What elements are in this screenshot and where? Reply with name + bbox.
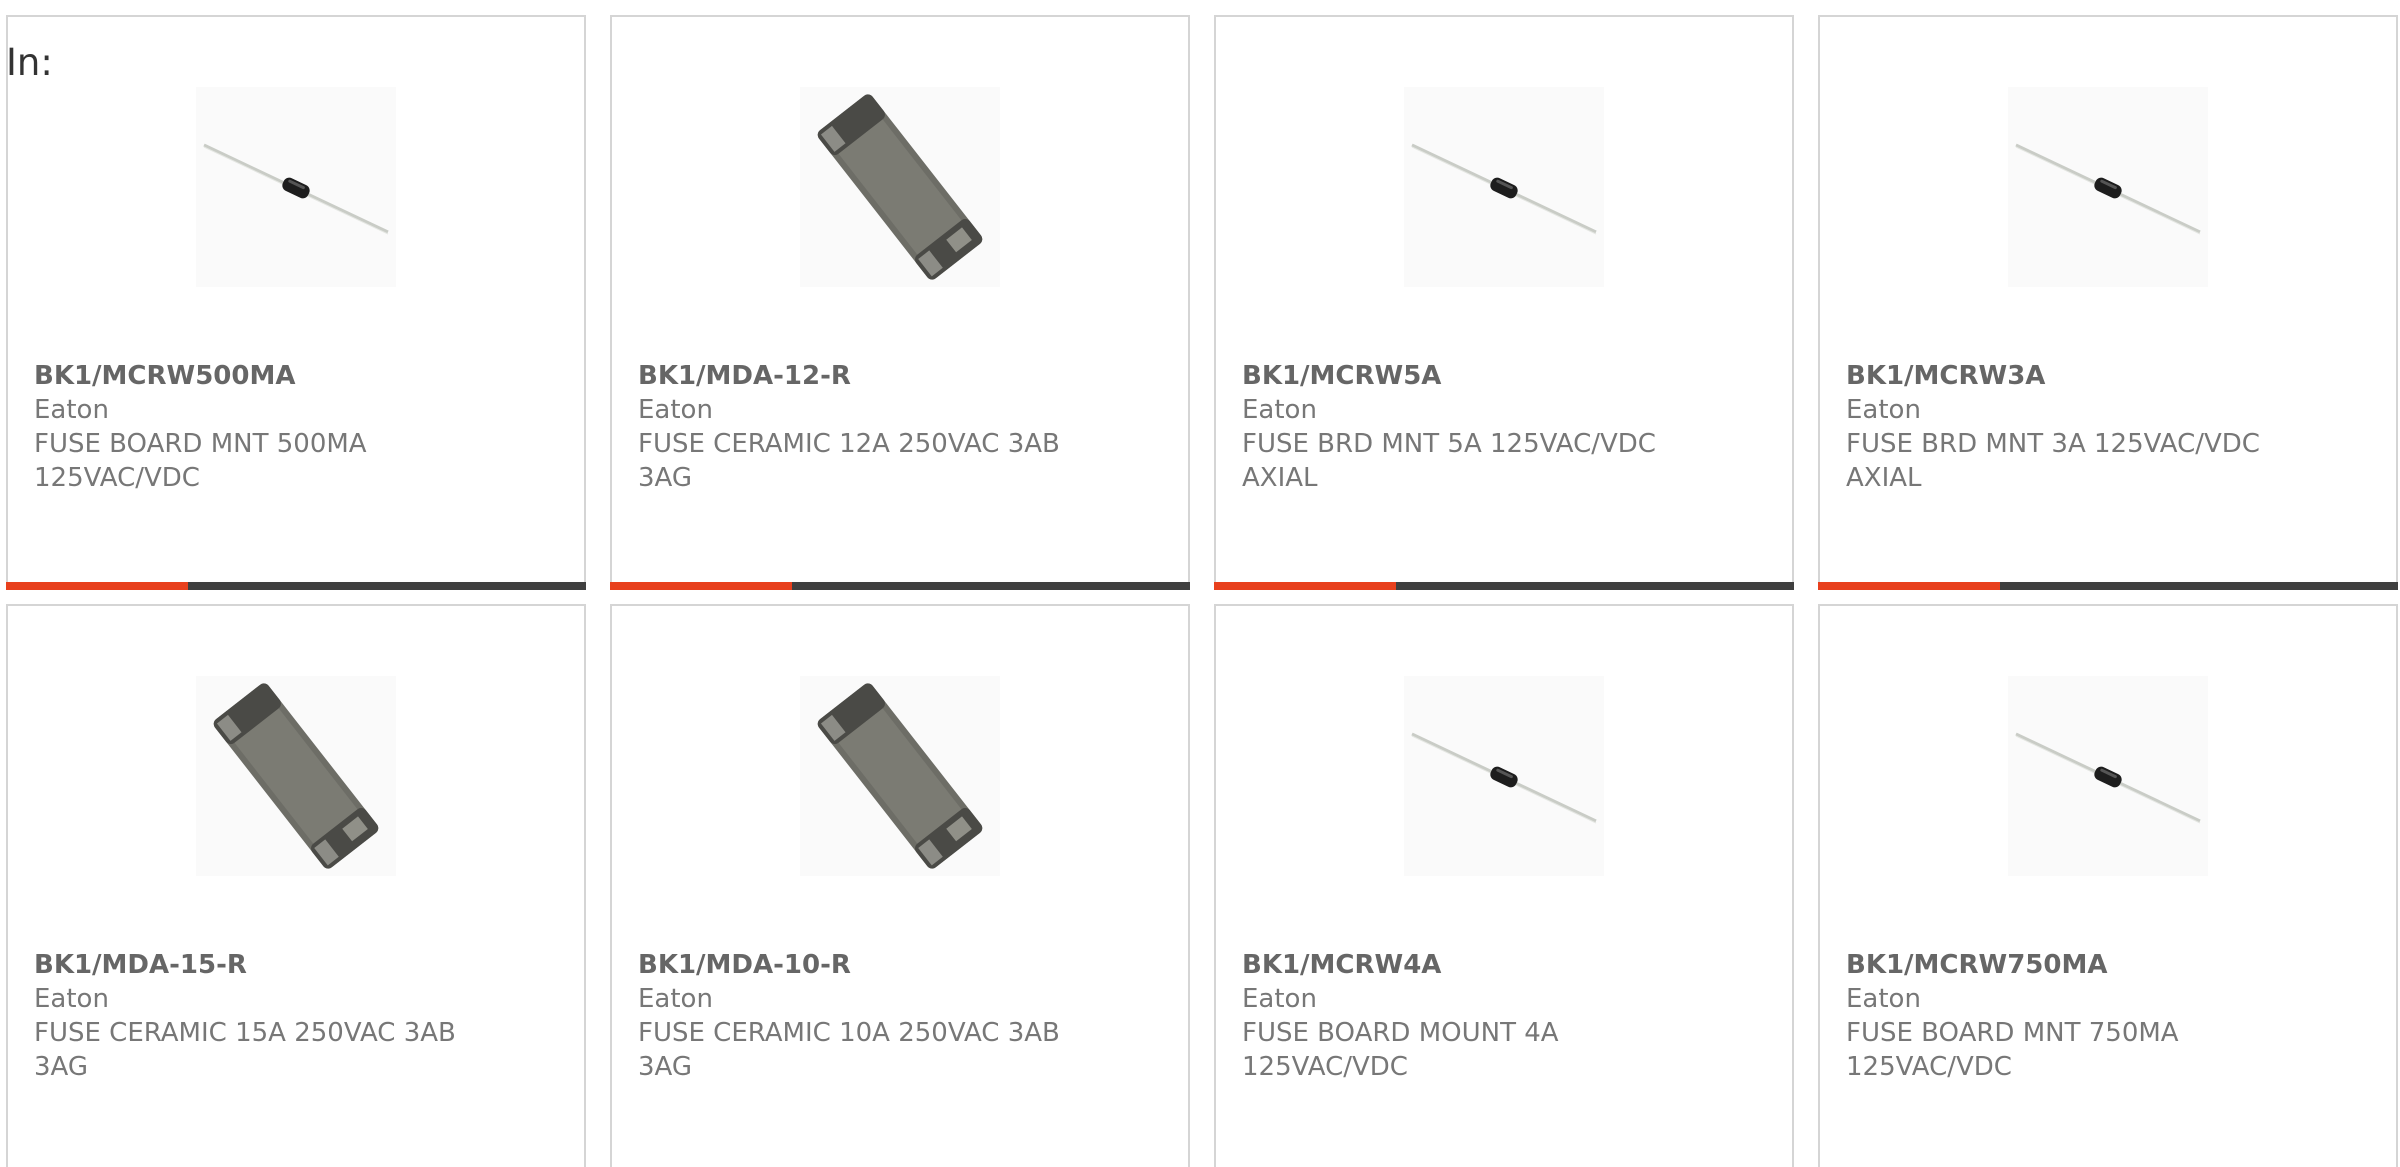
manufacturer: Eaton bbox=[1846, 395, 1921, 425]
product-description: FUSE CERAMIC 10A 250VAC 3AB 3AG bbox=[638, 1018, 1060, 1082]
manufacturer: Eaton bbox=[1846, 984, 1921, 1014]
product-card[interactable]: BK1/MCRW500MA Eaton FUSE BOARD MNT 500MA… bbox=[6, 15, 586, 590]
product-description: FUSE BRD MNT 5A 125VAC/VDC AXIAL bbox=[1242, 429, 1656, 493]
manufacturer: Eaton bbox=[1242, 984, 1317, 1014]
product-description: FUSE BOARD MNT 500MA 125VAC/VDC bbox=[34, 429, 367, 493]
manufacturer: Eaton bbox=[638, 395, 713, 425]
product-description: FUSE BOARD MNT 750MA 125VAC/VDC bbox=[1846, 1018, 2179, 1082]
axial-fuse-icon bbox=[2008, 676, 2208, 876]
cartridge-fuse-icon bbox=[800, 676, 1000, 876]
filter-label: In: bbox=[6, 41, 53, 84]
product-card[interactable]: BK1/MDA-10-R Eaton FUSE CERAMIC 10A 250V… bbox=[610, 604, 1190, 1167]
manufacturer: Eaton bbox=[34, 395, 109, 425]
product-card[interactable]: BK1/MCRW3A Eaton FUSE BRD MNT 3A 125VAC/… bbox=[1818, 15, 2398, 590]
axial-fuse-icon bbox=[2008, 87, 2208, 287]
manufacturer: Eaton bbox=[34, 984, 109, 1014]
part-number: BK1/MDA-10-R bbox=[638, 950, 851, 980]
card-accent-bar bbox=[1214, 582, 1794, 590]
part-number: BK1/MCRW750MA bbox=[1846, 950, 2108, 980]
part-number: BK1/MDA-12-R bbox=[638, 361, 851, 391]
card-accent-bar bbox=[610, 582, 1190, 590]
card-accent-bar bbox=[1818, 582, 2398, 590]
cartridge-fuse-icon bbox=[196, 676, 396, 876]
part-number: BK1/MCRW3A bbox=[1846, 361, 2046, 391]
product-description: FUSE BRD MNT 3A 125VAC/VDC AXIAL bbox=[1846, 429, 2260, 493]
product-card[interactable]: BK1/MDA-15-R Eaton FUSE CERAMIC 15A 250V… bbox=[6, 604, 586, 1167]
manufacturer: Eaton bbox=[1242, 395, 1317, 425]
axial-fuse-icon bbox=[1404, 676, 1604, 876]
axial-fuse-icon bbox=[1404, 87, 1604, 287]
card-accent-bar bbox=[6, 582, 586, 590]
part-number: BK1/MDA-15-R bbox=[34, 950, 247, 980]
product-description: FUSE BOARD MOUNT 4A 125VAC/VDC bbox=[1242, 1018, 1559, 1082]
manufacturer: Eaton bbox=[638, 984, 713, 1014]
product-card[interactable]: BK1/MCRW5A Eaton FUSE BRD MNT 5A 125VAC/… bbox=[1214, 15, 1794, 590]
product-card[interactable]: BK1/MCRW750MA Eaton FUSE BOARD MNT 750MA… bbox=[1818, 604, 2398, 1167]
axial-fuse-icon bbox=[196, 87, 396, 287]
product-grid-page: In: BK1/MCRW500MA Eaton FUSE BOARD MNT 5… bbox=[0, 0, 2400, 1167]
product-card[interactable]: BK1/MDA-12-R Eaton FUSE CERAMIC 12A 250V… bbox=[610, 15, 1190, 590]
product-card[interactable]: BK1/MCRW4A Eaton FUSE BOARD MOUNT 4A 125… bbox=[1214, 604, 1794, 1167]
cartridge-fuse-icon bbox=[800, 87, 1000, 287]
part-number: BK1/MCRW4A bbox=[1242, 950, 1442, 980]
product-description: FUSE CERAMIC 12A 250VAC 3AB 3AG bbox=[638, 429, 1060, 493]
part-number: BK1/MCRW5A bbox=[1242, 361, 1442, 391]
product-description: FUSE CERAMIC 15A 250VAC 3AB 3AG bbox=[34, 1018, 456, 1082]
part-number: BK1/MCRW500MA bbox=[34, 361, 296, 391]
